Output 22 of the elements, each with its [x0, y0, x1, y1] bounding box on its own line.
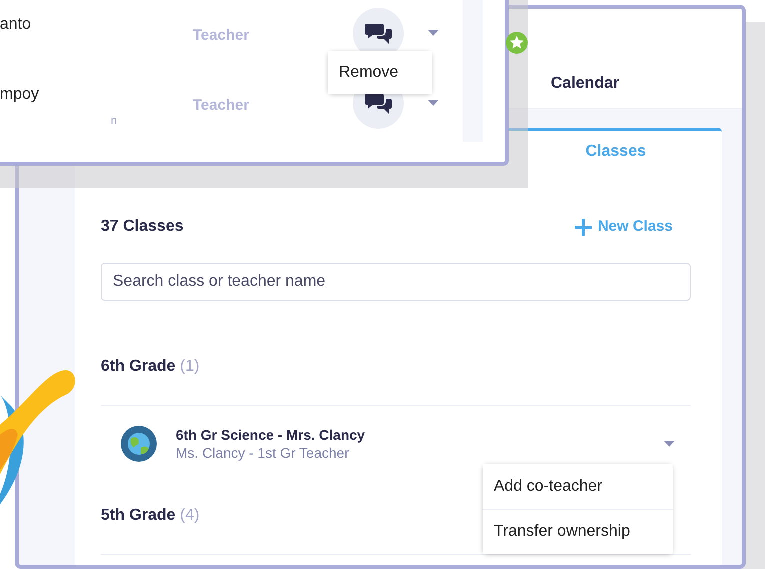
member-name: anto	[0, 15, 32, 35]
class-name[interactable]: 6th Gr Science - Mrs. Clancy	[176, 426, 645, 444]
plus-icon	[574, 218, 592, 236]
member-note: n	[111, 114, 118, 129]
chat-icon	[365, 22, 392, 44]
caret-icon[interactable]	[428, 100, 439, 106]
class-teacher: Ms. Clancy - 1st Gr Teacher	[176, 444, 350, 462]
chat-icon	[365, 92, 392, 114]
class-count: 37 Classes	[101, 217, 184, 237]
grade-heading: 6th Grade (1)	[101, 357, 201, 377]
member-role: Teacher	[193, 26, 250, 46]
menu-item[interactable]: Transfer ownership	[483, 509, 673, 554]
nav-link[interactable]: Calendar	[551, 72, 620, 96]
globe-icon	[121, 426, 157, 462]
caret-icon[interactable]	[664, 441, 675, 447]
member-role: Teacher	[193, 96, 250, 116]
menu-item[interactable]: Remove	[328, 51, 432, 94]
grade-heading: 5th Grade (4)	[101, 506, 201, 526]
search-field[interactable]: Search class or teacher name	[101, 263, 691, 301]
menu-item[interactable]: Add co-teacher	[483, 464, 673, 509]
caret-icon[interactable]	[428, 30, 439, 36]
member-name: mpoy	[0, 85, 40, 105]
